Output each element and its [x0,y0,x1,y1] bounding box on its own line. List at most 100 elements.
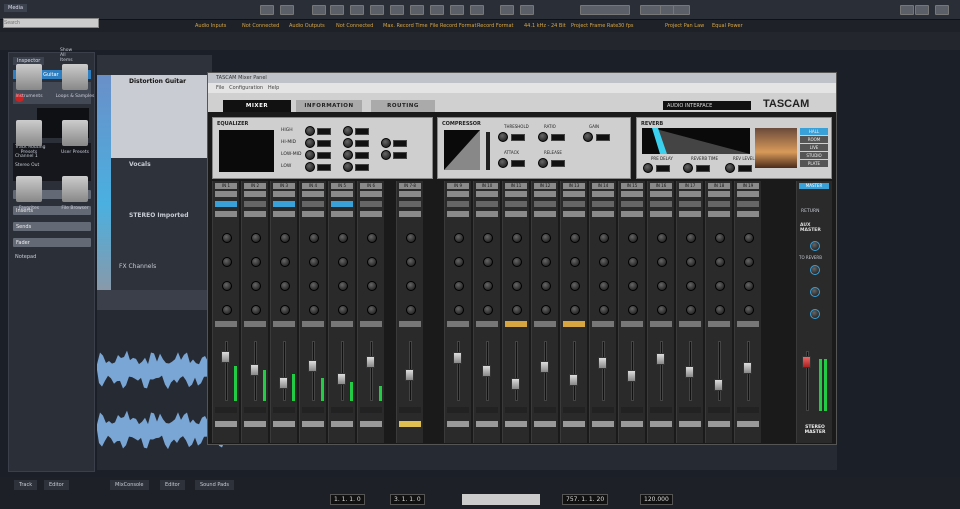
fader-cap[interactable] [540,361,549,373]
input-select[interactable] [447,191,469,197]
fader-cap[interactable] [221,351,230,363]
master-top[interactable]: MASTER [799,183,829,189]
channel-knob[interactable] [628,257,638,267]
channel-knob[interactable] [406,281,416,291]
aux-knob[interactable] [810,265,820,275]
channel-knob[interactable] [483,257,493,267]
position-display[interactable]: 757. 1. 1. 20 [562,494,609,505]
channel-knob[interactable] [454,281,464,291]
eq-button[interactable] [331,211,353,217]
channel-knob[interactable] [309,257,319,267]
media-item-icon[interactable] [16,64,42,90]
channel-button[interactable] [708,201,730,207]
channel-knob[interactable] [599,233,609,243]
channel-button[interactable] [563,201,585,207]
channel-button[interactable] [244,201,266,207]
input-select[interactable] [215,191,237,197]
channel-knob[interactable] [483,305,493,315]
track-vocals[interactable]: Vocals [129,161,151,168]
comp-knob[interactable] [583,132,593,142]
mute-button[interactable] [244,321,266,327]
mute-button[interactable] [360,321,382,327]
channel-knob[interactable] [251,233,261,243]
channel-name-button[interactable] [592,421,614,427]
channel-knob[interactable] [338,257,348,267]
channel-knob[interactable] [309,305,319,315]
comp-knob[interactable] [538,132,548,142]
channel-knob[interactable] [280,233,290,243]
channel-knob[interactable] [483,281,493,291]
channel-knob[interactable] [599,281,609,291]
channel-button[interactable] [476,201,498,207]
channel-knob[interactable] [367,257,377,267]
channel-name-button[interactable] [708,421,730,427]
channel-knob[interactable] [686,257,696,267]
media-item-label[interactable]: File Browser [50,206,100,211]
channel-name-button[interactable] [679,421,701,427]
channel-knob[interactable] [251,305,261,315]
channel-button[interactable] [447,201,469,207]
media-item-icon[interactable] [62,64,88,90]
toolbar-button[interactable] [280,5,294,15]
channel-fader[interactable] [341,341,344,401]
media-item-icon[interactable] [62,176,88,202]
mute-button[interactable] [302,321,324,327]
channel-knob[interactable] [454,305,464,315]
track-distortion-guitar[interactable]: Distortion Guitar [111,75,212,158]
channel-fader[interactable] [602,341,605,401]
eq-freq-knob[interactable] [343,150,353,160]
fader-cap[interactable] [337,373,346,385]
channel-name-button[interactable] [621,421,643,427]
channel-knob[interactable] [367,305,377,315]
eq-button[interactable] [244,211,266,217]
channel-knob[interactable] [406,305,416,315]
channel-name-button[interactable] [447,421,469,427]
channel-name-button[interactable] [737,421,759,427]
eq-button[interactable] [505,211,527,217]
fader-cap[interactable] [743,362,752,374]
input-select[interactable] [505,191,527,197]
eq-button[interactable] [708,211,730,217]
channel-name-button[interactable] [563,421,585,427]
channel-name-button[interactable] [273,421,295,427]
toolbar-button[interactable] [915,5,929,15]
toolbar-button[interactable] [580,5,630,15]
channel-fader[interactable] [370,341,373,401]
channel-knob[interactable] [406,233,416,243]
toolbar-button[interactable] [410,5,424,15]
eq-button[interactable] [302,211,324,217]
channel-knob[interactable] [570,305,580,315]
mute-button[interactable] [679,321,701,327]
mute-button[interactable] [650,321,672,327]
eq-button[interactable] [650,211,672,217]
channel-knob[interactable] [512,305,522,315]
media-item-icon[interactable] [16,120,42,146]
eq-button[interactable] [737,211,759,217]
channel-knob[interactable] [628,305,638,315]
track-fx-channels[interactable]: FX Channels [119,263,156,270]
channel-knob[interactable] [251,257,261,267]
reverb-knob[interactable] [683,163,693,173]
mute-button[interactable] [505,321,527,327]
toolbar-button[interactable] [450,5,464,15]
channel-knob[interactable] [686,281,696,291]
fader-cap[interactable] [250,364,259,376]
menu-configuration[interactable]: Configuration [229,85,263,91]
channel-fader[interactable] [573,341,576,401]
channel-knob[interactable] [406,257,416,267]
fader-cap[interactable] [627,370,636,382]
eq-button[interactable] [679,211,701,217]
toolbar-button[interactable] [935,5,949,15]
channel-knob[interactable] [744,233,754,243]
menu-file[interactable]: File [216,85,224,91]
fader-cap[interactable] [511,378,520,390]
eq-gain-knob[interactable] [305,162,315,172]
section-fader[interactable]: Fader [13,238,91,247]
channel-name-button[interactable] [244,421,266,427]
bottom-tab[interactable]: Editor [44,480,69,490]
mute-button[interactable] [476,321,498,327]
media-item-label[interactable]: User Presets [50,150,100,155]
fader-cap[interactable] [482,365,491,377]
channel-knob[interactable] [686,233,696,243]
channel-knob[interactable] [512,233,522,243]
